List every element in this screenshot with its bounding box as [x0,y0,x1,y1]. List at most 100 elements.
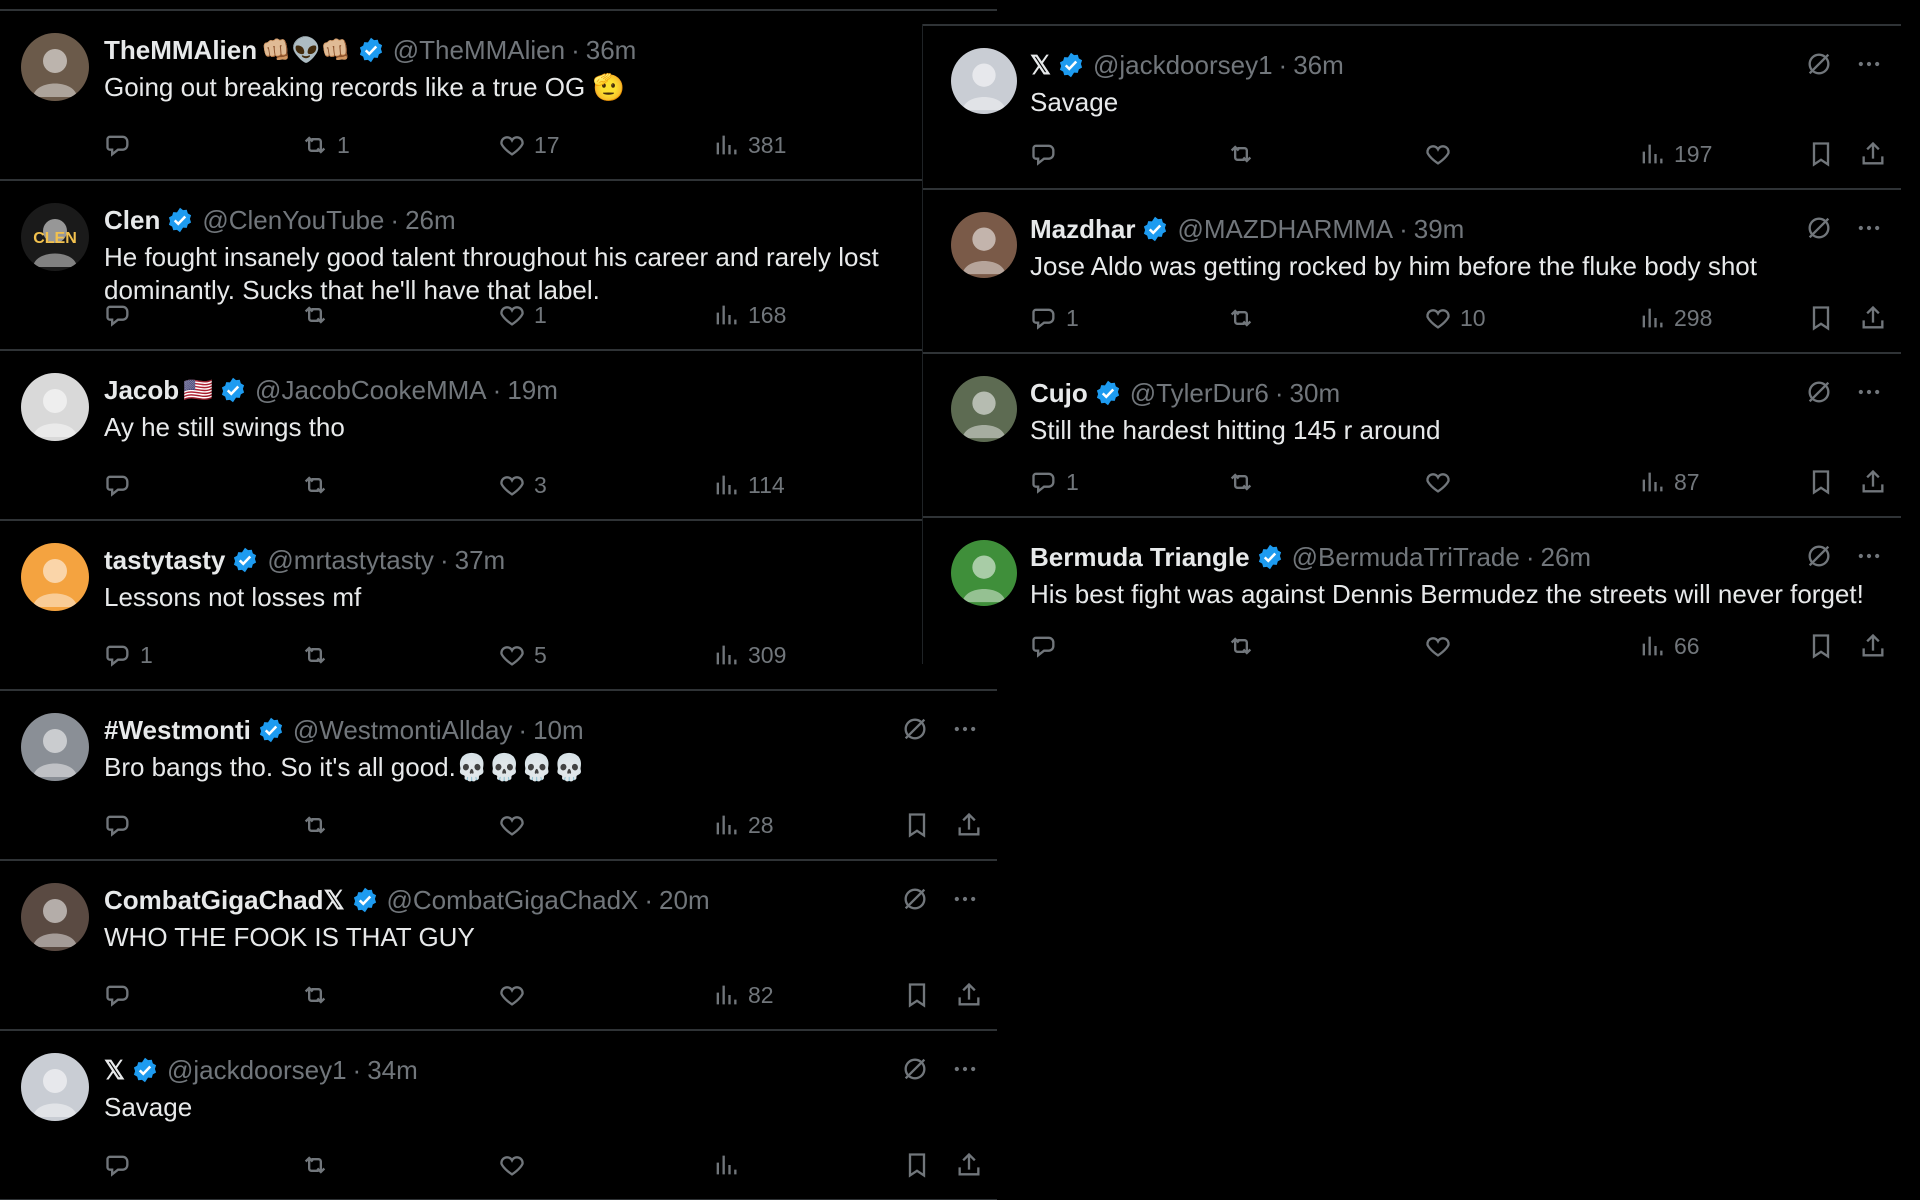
timestamp[interactable]: 10m [533,715,584,746]
more-options-icon[interactable] [951,885,979,913]
reply-button[interactable] [1030,140,1066,168]
tweet[interactable]: CombatGigaChad𝕏 @CombatGigaChadX · 20m W… [0,861,997,1031]
repost-button[interactable] [301,301,337,329]
like-button[interactable] [498,811,534,839]
share-button[interactable] [955,981,983,1009]
user-handle[interactable]: @JacobCookeMMA [255,375,487,406]
repost-button[interactable] [301,811,337,839]
timestamp[interactable]: 20m [659,885,710,916]
display-name[interactable]: TheMMAlien [104,35,257,66]
alien-avatar[interactable] [21,33,89,101]
display-name[interactable]: Clen [104,205,160,236]
share-button[interactable] [1859,140,1887,168]
user-handle[interactable]: @WestmontiAllday [293,715,513,746]
share-button[interactable] [955,811,983,839]
display-name[interactable]: Cujo [1030,378,1088,409]
like-button[interactable] [1424,632,1460,660]
timestamp[interactable]: 30m [1290,378,1341,409]
bookmark-button[interactable] [903,811,931,839]
user-handle[interactable]: @TheMMAlien [393,35,565,66]
repost-button[interactable] [1227,304,1263,332]
repost-button[interactable] [301,1151,337,1179]
timestamp[interactable]: 37m [455,545,506,576]
more-options-icon[interactable] [1855,50,1883,78]
tweet[interactable]: tastytasty @mrtastytasty · 37m Lessons n… [0,521,997,691]
reply-button[interactable] [104,131,140,159]
views-button[interactable] [712,1151,748,1179]
tweet[interactable]: Jacob 🇺🇸 @JacobCookeMMA · 19m Ay he stil… [0,351,997,521]
smiley-avatar[interactable] [21,543,89,611]
timestamp[interactable]: 19m [507,375,558,406]
tweet[interactable]: TheMMAlien 👊🏼👽👊🏼 @TheMMAlien · 36m Going… [0,11,997,181]
user-handle[interactable]: @mrtastytasty [267,545,434,576]
more-options-icon[interactable] [951,1055,979,1083]
like-button[interactable] [498,1151,534,1179]
reply-button[interactable] [104,301,140,329]
display-name[interactable]: Jacob [104,375,179,406]
views-button[interactable]: 87 [1638,468,1700,496]
repost-button[interactable] [1227,140,1263,168]
tweet[interactable]: 𝕏 @jackdoorsey1 · 34m Savage [0,1031,997,1200]
tweet[interactable]: Mazdhar @MAZDHARMMA · 39m Jose Aldo was … [923,190,1901,354]
grok-icon[interactable] [1805,214,1833,242]
reply-button[interactable] [104,981,140,1009]
user-handle[interactable]: @TylerDur6 [1130,378,1269,409]
reply-button[interactable] [104,811,140,839]
person-avatar[interactable] [21,373,89,441]
bookmark-button[interactable] [1807,632,1835,660]
bookmark-button[interactable] [903,981,931,1009]
views-button[interactable]: 114 [712,471,785,499]
reply-button[interactable]: 1 [104,641,153,669]
bookmark-button[interactable] [1807,304,1835,332]
display-name[interactable]: CombatGigaChad𝕏 [104,885,345,916]
share-button[interactable] [1859,632,1887,660]
bookmark-button[interactable] [1807,140,1835,168]
user-handle[interactable]: @BermudaTriTrade [1292,542,1520,573]
like-button[interactable] [1424,468,1460,496]
repost-button[interactable] [301,471,337,499]
repost-button[interactable] [1227,632,1263,660]
views-button[interactable]: 381 [712,131,786,159]
user-handle[interactable]: @jackdoorsey1 [1093,50,1273,81]
bookmark-button[interactable] [1807,468,1835,496]
repost-button[interactable]: 1 [301,131,350,159]
views-button[interactable]: 168 [712,301,786,329]
display-name[interactable]: tastytasty [104,545,225,576]
bookmark-button[interactable] [903,1151,931,1179]
cartoon-avatar[interactable] [951,540,1017,606]
like-button[interactable] [498,981,534,1009]
display-name[interactable]: 𝕏 [1030,50,1051,81]
timestamp[interactable]: 26m [1541,542,1592,573]
user-handle[interactable]: @MAZDHARMMA [1177,214,1393,245]
person-avatar[interactable] [951,48,1017,114]
reply-button[interactable]: 1 [1030,468,1079,496]
views-button[interactable]: 197 [1638,140,1712,168]
like-button[interactable] [1424,140,1460,168]
user-handle[interactable]: @CombatGigaChadX [387,885,639,916]
like-button[interactable]: 10 [1424,304,1486,332]
group-avatar[interactable] [951,376,1017,442]
grok-icon[interactable] [901,1055,929,1083]
share-button[interactable] [955,1151,983,1179]
share-button[interactable] [1859,304,1887,332]
share-button[interactable] [1859,468,1887,496]
repost-button[interactable] [301,981,337,1009]
views-button[interactable]: 298 [1638,304,1712,332]
more-options-icon[interactable] [1855,378,1883,406]
grok-icon[interactable] [1805,542,1833,570]
display-name[interactable]: #Westmonti [104,715,251,746]
tweet[interactable]: #Westmonti @WestmontiAllday · 10m Bro ba… [0,691,997,861]
user-handle[interactable]: @ClenYouTube [202,205,384,236]
views-button[interactable]: 28 [712,811,774,839]
timestamp[interactable]: 36m [1293,50,1344,81]
reply-button[interactable] [1030,632,1066,660]
person-avatar[interactable] [21,883,89,951]
timestamp[interactable]: 39m [1414,214,1465,245]
user-handle[interactable]: @jackdoorsey1 [167,1055,347,1086]
reply-button[interactable] [104,1151,140,1179]
timestamp[interactable]: 36m [586,35,637,66]
grok-icon[interactable] [1805,378,1833,406]
reply-button[interactable]: 1 [1030,304,1079,332]
timestamp[interactable]: 26m [405,205,456,236]
person-avatar[interactable] [21,713,89,781]
